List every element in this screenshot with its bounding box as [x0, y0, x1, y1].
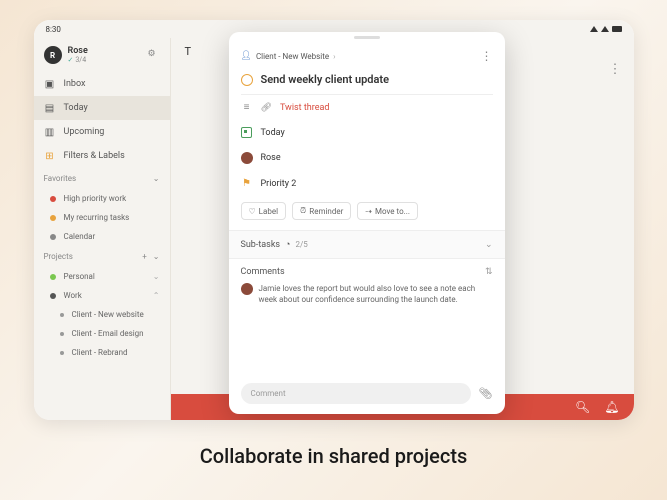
chevron-right-icon: ›: [333, 52, 335, 61]
person-icon: 👤︎: [241, 51, 252, 61]
assignee-row[interactable]: Rose: [229, 145, 505, 171]
subtasks-section[interactable]: Sub-tasks ◔ 2/5 ⌄: [229, 230, 505, 259]
nav-today[interactable]: ▤Today: [34, 96, 170, 120]
color-dot: [60, 332, 64, 336]
task-checkbox[interactable]: [241, 74, 253, 86]
favorites-header[interactable]: Favorites ⌄: [34, 168, 170, 189]
project-child[interactable]: Client - Email design: [34, 324, 170, 343]
project-child[interactable]: Client - Rebrand: [34, 343, 170, 362]
projects-header[interactable]: Projects +⌄: [34, 246, 170, 267]
tablet-frame: 8:30 R Rose ✓3/4 ⚙ ▣Inbox ▤Today ▥Upcomi…: [34, 20, 634, 420]
text-icon: ≡: [241, 102, 253, 113]
color-dot: [60, 313, 64, 317]
project-item[interactable]: Work⌃: [34, 286, 170, 305]
reminder-chip[interactable]: ⏰︎Reminder: [292, 202, 351, 220]
breadcrumb[interactable]: 👤︎ Client - New Website ›: [241, 51, 336, 61]
filters-icon: ⊞: [44, 150, 56, 162]
comments-section: Comments ⇅ Jamie loves the report but wo…: [229, 259, 505, 313]
priority-row[interactable]: ⚑ Priority 2: [229, 171, 505, 196]
flag-icon: ⚑: [241, 178, 253, 189]
comment-footer: Comment 📎︎: [229, 373, 505, 414]
search-icon[interactable]: 🔍︎: [575, 400, 590, 414]
move-icon: ⇢: [365, 207, 372, 216]
assignee-avatar: [241, 152, 253, 164]
wifi-icon: [601, 26, 609, 32]
add-icon[interactable]: +: [142, 252, 147, 261]
settings-icon[interactable]: ⚙: [148, 49, 160, 61]
upcoming-icon: ▥: [44, 126, 56, 138]
chevron-down-icon: ⌄: [485, 240, 493, 250]
project-child[interactable]: Client - New website: [34, 305, 170, 324]
bell-icon[interactable]: 🔔︎: [604, 400, 619, 414]
task-detail-modal: 👤︎ Client - New Website › ⋮ Send weekly …: [229, 32, 505, 414]
comment-item: Jamie loves the report but would also lo…: [241, 283, 493, 305]
tag-icon: ♡: [249, 207, 256, 216]
today-icon: ▤: [44, 102, 56, 114]
marketing-caption: Collaborate in shared projects: [200, 444, 468, 468]
comment-input[interactable]: Comment: [241, 383, 471, 404]
twist-link[interactable]: Twist thread: [280, 103, 330, 113]
sidebar: R Rose ✓3/4 ⚙ ▣Inbox ▤Today ▥Upcoming ⊞F…: [34, 38, 171, 420]
color-dot: [50, 215, 56, 221]
check-icon: ✓: [68, 56, 74, 64]
color-dot: [60, 351, 64, 355]
date-row[interactable]: Today: [229, 120, 505, 145]
nav-filters[interactable]: ⊞Filters & Labels: [34, 144, 170, 168]
more-icon[interactable]: ⋮: [609, 62, 622, 77]
sidebar-header: R Rose ✓3/4 ⚙: [34, 38, 170, 72]
task-title: Send weekly client update: [261, 73, 390, 86]
link-icon: 🔗︎: [261, 103, 272, 113]
chevron-down-icon: ⌄: [153, 272, 160, 281]
color-dot: [50, 196, 56, 202]
inbox-icon: ▣: [44, 78, 56, 90]
color-dot: [50, 234, 56, 240]
chevron-up-icon: ⌃: [153, 291, 160, 300]
label-chip[interactable]: ♡Label: [241, 202, 287, 220]
chevron-down-icon[interactable]: ⌄: [153, 252, 160, 261]
comment-avatar: [241, 283, 253, 295]
project-item[interactable]: Personal⌄: [34, 267, 170, 286]
user-name: Rose: [68, 46, 88, 56]
color-dot: [50, 274, 56, 280]
nav-inbox[interactable]: ▣Inbox: [34, 72, 170, 96]
moveto-chip[interactable]: ⇢Move to...: [357, 202, 418, 220]
avatar: R: [44, 46, 62, 64]
attach-icon[interactable]: 📎︎: [479, 387, 493, 400]
action-chips: ♡Label ⏰︎Reminder ⇢Move to...: [229, 196, 505, 230]
modal-header: 👤︎ Client - New Website › ⋮: [229, 39, 505, 69]
favorite-item[interactable]: High priority work: [34, 189, 170, 208]
calendar-icon: [241, 127, 252, 138]
user-meta: ✓3/4: [68, 56, 88, 64]
clock-icon: ⏰︎: [300, 206, 306, 216]
chevron-down-icon: ⌄: [153, 174, 160, 183]
progress-icon: ◔: [285, 239, 290, 250]
nav-upcoming[interactable]: ▥Upcoming: [34, 120, 170, 144]
color-dot: [50, 293, 56, 299]
more-icon[interactable]: ⋮: [481, 49, 493, 63]
status-icons: [590, 26, 622, 32]
favorite-item[interactable]: My recurring tasks: [34, 208, 170, 227]
user-profile[interactable]: R Rose ✓3/4: [44, 46, 88, 64]
sort-icon[interactable]: ⇅: [485, 267, 493, 277]
description-row[interactable]: ≡ 🔗︎ Twist thread: [229, 95, 505, 120]
task-title-row: Send weekly client update: [229, 69, 505, 94]
status-time: 8:30: [46, 25, 61, 34]
favorite-item[interactable]: Calendar: [34, 227, 170, 246]
battery-icon: [612, 26, 622, 32]
signal-icon: [590, 26, 598, 32]
